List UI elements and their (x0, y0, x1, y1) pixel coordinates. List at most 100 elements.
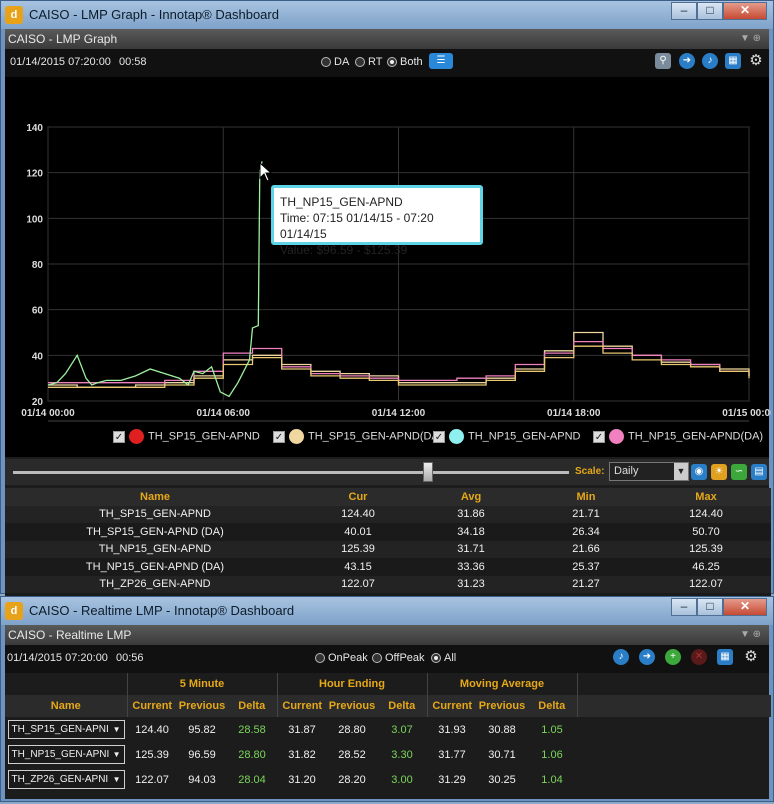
table-row[interactable]: TH_NP15_GEN-APND 125.39 31.71 21.66 125.39 (5, 540, 771, 558)
subheader-cell[interactable]: Previous (327, 695, 377, 717)
radio-offpeak-label: OffPeak (385, 652, 425, 664)
table-cell: 125.39 (689, 543, 723, 556)
minimize-button[interactable]: – (671, 598, 697, 616)
tooltip-title: TH_NP15_GEN-APND (280, 195, 403, 209)
scale-select[interactable]: Daily ▼ (609, 462, 689, 481)
time-slider-thumb[interactable] (423, 462, 433, 482)
subheader-cell[interactable]: Current (426, 695, 477, 717)
value-cell: 3.30 (391, 748, 413, 761)
window-titlebar[interactable]: d CAISO - Realtime LMP - Innotap® Dashbo… (1, 597, 773, 625)
radio-da-icon (321, 57, 331, 68)
col-header-avg[interactable]: Avg (411, 488, 531, 506)
legend-item-sp15-da[interactable]: ✓ TH_SP15_GEN-APND(DA) (273, 429, 442, 444)
gear-icon[interactable]: ⚙ (748, 53, 764, 69)
radio-both[interactable]: Both (387, 56, 423, 68)
window-titlebar[interactable]: d CAISO - LMP Graph - Innotap® Dashboard… (1, 1, 773, 29)
table-row[interactable]: TH_NP15_GEN-APNI ▼ 125.39 96.59 28.80 31.82 28… (5, 742, 771, 767)
minimize-button[interactable]: – (671, 2, 697, 20)
lmp-chart-svg[interactable]: 20 40 60 80 100 120 140 01/14 00:00 01/14 06:00 0… (5, 77, 774, 457)
table-row[interactable]: TH_ZP26_GEN-APND 122.07 31.23 21.27 122.07 (5, 575, 771, 593)
zoom-icon[interactable]: ⚲ (655, 53, 671, 69)
close-button[interactable]: ✕ (723, 2, 767, 20)
col-header-name[interactable]: Name (5, 488, 305, 506)
sun-icon[interactable]: ☀ (711, 464, 727, 480)
forward-icon[interactable]: ➜ (679, 53, 695, 69)
export-icon[interactable]: ▦ (717, 649, 733, 665)
table-row[interactable]: TH_NP15_GEN-APND (DA) 43.15 33.36 25.37 46.2… (5, 558, 771, 576)
table-cell: TH_NP15_GEN-APND (98, 543, 212, 556)
group-5-minute: 5 Minute (126, 673, 277, 695)
pin-icon[interactable]: ▼ ⊕ (740, 29, 761, 49)
node-select[interactable]: TH_NP15_GEN-APNI ▼ (7, 745, 125, 764)
list-view-icon[interactable]: ☰ (429, 53, 453, 69)
table-cell: TH_NP15_GEN-APND (DA) (85, 560, 225, 573)
table-cell: TH_SP15_GEN-APND (99, 508, 211, 521)
legend-checkbox-sp15-da[interactable]: ✓ (273, 430, 285, 443)
node-select[interactable]: TH_SP15_GEN-APNI ▼ (7, 720, 125, 739)
subheader-cell[interactable]: Delta (377, 695, 427, 717)
y-tick-label: 20 (32, 397, 44, 408)
table-cell: 43.15 (344, 560, 372, 573)
gear-icon[interactable]: ⚙ (743, 649, 759, 665)
y-tick-label: 80 (32, 260, 44, 271)
radio-onpeak[interactable]: OnPeak (315, 652, 368, 664)
node-select[interactable]: TH_ZP26_GEN-APNI ▼ (7, 770, 125, 789)
col-header-cur[interactable]: Cur (305, 488, 411, 506)
radio-rt[interactable]: RT (355, 56, 382, 68)
subheader-cell[interactable]: Current (276, 695, 327, 717)
legend-item-sp15[interactable]: ✓ TH_SP15_GEN-APND (113, 429, 260, 444)
col-header-max[interactable]: Max (641, 488, 771, 506)
speaker-icon[interactable]: ♪ (613, 649, 629, 665)
radio-onpeak-icon (315, 653, 325, 664)
export-icon[interactable]: ▦ (725, 53, 741, 69)
radio-rt-label: RT (368, 56, 383, 68)
subheader-cell[interactable]: Previous (477, 695, 527, 717)
close-button[interactable]: ✕ (723, 598, 767, 616)
legend-item-np15-da[interactable]: ✓ TH_NP15_GEN-APND(DA) (593, 429, 763, 444)
radio-offpeak[interactable]: OffPeak (372, 652, 425, 664)
subheader-cell[interactable]: Current (126, 695, 177, 717)
table-cell: TH_SP15_GEN-APND (DA) (86, 525, 224, 538)
subheader-cell[interactable]: Delta (527, 695, 577, 717)
maximize-button[interactable]: □ (697, 598, 723, 616)
value-cell: 31.29 (438, 773, 466, 786)
lmp-chart[interactable]: 20 40 60 80 100 120 140 01/14 00:00 01/14 06:00 0… (5, 77, 774, 457)
panel-header: CAISO - Realtime LMP ▼ ⊕ (5, 625, 769, 645)
col-header-min[interactable]: Min (531, 488, 641, 506)
graph-toolbar: 01/14/2015 07:20:00 00:58 DA RT Both ☰ ⚲… (5, 49, 769, 77)
legend-checkbox-np15[interactable]: ✓ (433, 430, 445, 443)
lmp-graph-window: d CAISO - LMP Graph - Innotap® Dashboard… (0, 0, 774, 611)
forward-icon[interactable]: ➜ (639, 649, 655, 665)
radio-da[interactable]: DA (321, 56, 349, 68)
subheader-cell[interactable]: Delta (227, 695, 277, 717)
time-slider-track[interactable] (13, 471, 569, 474)
maximize-button[interactable]: □ (697, 2, 723, 20)
window-icon[interactable]: ▤ (751, 464, 767, 480)
speaker-icon[interactable]: ♪ (702, 53, 718, 69)
radio-all[interactable]: All (431, 652, 456, 664)
table-row[interactable]: TH_SP15_GEN-APND (DA) 40.01 34.18 26.34 50.7… (5, 523, 771, 541)
legend-checkbox-np15-da[interactable]: ✓ (593, 430, 605, 443)
value-cell: 125.39 (135, 748, 169, 761)
spacer-cell (577, 717, 771, 742)
subheader-cell[interactable]: Name (5, 695, 127, 717)
eye-icon[interactable]: ◉ (691, 464, 707, 480)
table-row[interactable]: TH_SP15_GEN-APND 124.40 31.86 21.71 124.40 (5, 505, 771, 523)
add-icon[interactable]: + (665, 649, 681, 665)
pin-icon[interactable]: ▼ ⊕ (740, 625, 761, 645)
table-cell: TH_ZP26_GEN-APND (99, 578, 211, 591)
table-row[interactable]: TH_SP15_GEN-APNI ▼ 124.40 95.82 28.58 31.87 28… (5, 717, 771, 742)
legend-checkbox-sp15[interactable]: ✓ (113, 430, 125, 443)
x-tick-label: 01/15 00:00 (722, 408, 771, 419)
value-cell: 28.04 (238, 773, 266, 786)
curve-icon[interactable]: ∽ (731, 464, 747, 480)
y-tick-label: 100 (26, 214, 43, 225)
subheader-cell[interactable]: Previous (177, 695, 227, 717)
remove-icon[interactable]: ✕ (691, 649, 707, 665)
radio-da-label: DA (334, 56, 350, 68)
name-cell: TH_ZP26_GEN-APNI ▼ (5, 767, 127, 792)
table-row[interactable]: TH_ZP26_GEN-APNI ▼ 122.07 94.03 28.04 31.20 28… (5, 767, 771, 792)
legend-label-np15-da: TH_NP15_GEN-APND(DA) (628, 430, 764, 443)
legend-item-np15[interactable]: ✓ TH_NP15_GEN-APND (433, 429, 580, 444)
table-cell: 34.18 (457, 525, 485, 538)
